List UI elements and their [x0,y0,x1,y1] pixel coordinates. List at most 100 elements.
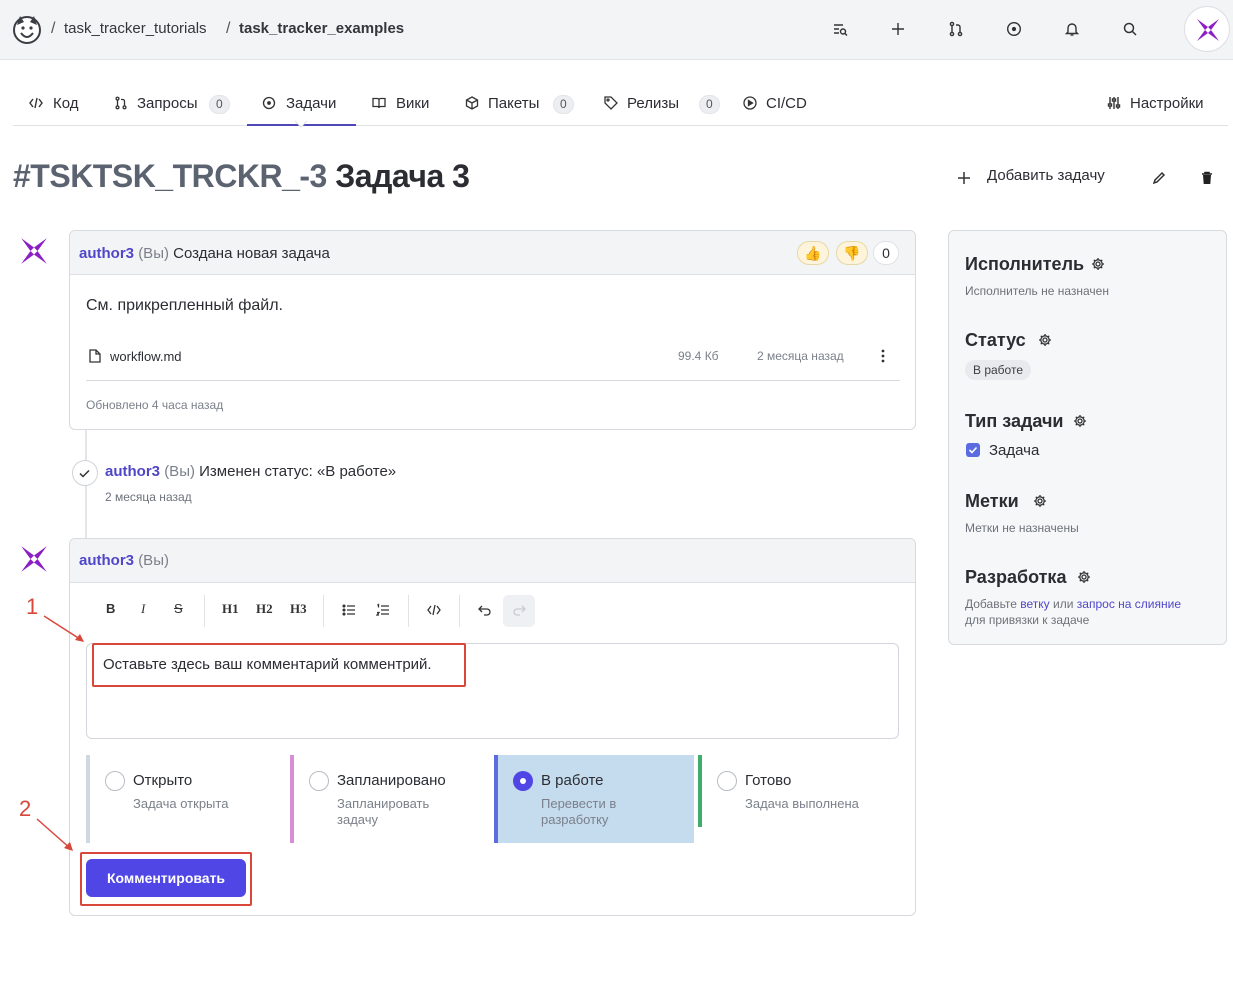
author-avatar[interactable] [20,545,48,573]
pull-request-icon[interactable] [948,21,964,37]
dev-text: или [1053,597,1074,611]
gear-icon[interactable] [1091,257,1105,271]
annotation-highlight-2 [80,852,252,906]
book-icon [372,96,386,110]
code-icon [29,96,43,110]
annotation-number-2: 2 [19,796,32,821]
status-label: Запланировано [337,772,446,789]
status-radio[interactable] [717,771,737,791]
user-avatar[interactable] [1184,6,1230,52]
top-bar: / task_tracker_tutorials / task_tracker_… [0,0,1233,60]
tab-label: Код [53,95,79,112]
italic-button[interactable]: I [141,601,145,617]
trash-icon[interactable] [1199,170,1215,186]
comment-card: author3 (Вы) Создана новая задача 👍 👎 0 … [69,230,916,430]
merge-request-link[interactable]: запрос на слияние [1077,597,1181,611]
repo-tabs: Код Запросы 0 Задачи Вики Пакеты 0 Релиз… [13,84,1228,126]
breadcrumb-separator: / [51,20,56,37]
check-icon [72,460,98,486]
status-radio[interactable] [105,771,125,791]
gear-icon[interactable] [1033,494,1047,508]
heading3-button[interactable]: H3 [290,601,307,617]
numbered-list-icon[interactable] [376,603,390,617]
more-options-icon[interactable] [880,348,886,364]
breadcrumb-org[interactable]: task_tracker_tutorials [64,20,207,37]
author-link[interactable]: author3 [79,552,134,569]
tab-label: Задачи [286,95,337,112]
status-option-done[interactable]: Готово Задача выполнена [698,755,898,843]
code-icon[interactable] [427,603,441,617]
search-list-icon[interactable] [832,21,848,37]
app-logo-icon[interactable] [11,13,43,45]
package-icon [465,96,479,110]
tab-label: Релизы [627,95,679,112]
status-option-planned[interactable]: Запланировано Запланировать задачу [290,755,490,843]
tab-settings[interactable]: Настройки [1107,92,1217,126]
gear-icon[interactable] [1073,414,1087,428]
tab-requests[interactable]: Запросы 0 [114,92,234,126]
status-radio[interactable] [309,771,329,791]
status-badge: В работе [965,360,1032,380]
play-icon [743,96,757,110]
active-tab-caret [295,120,307,128]
add-issue-button[interactable]: Добавить задачу [987,167,1105,184]
task-type-icon [966,443,980,457]
plus-icon[interactable] [890,21,906,37]
tab-wiki[interactable]: Вики [372,92,442,126]
heading2-button[interactable]: H2 [256,601,273,617]
you-label: (Вы) [138,552,169,569]
search-icon[interactable] [1122,21,1138,37]
status-option-in-progress[interactable]: В работе Перевести в разработку [494,755,694,843]
author-link[interactable]: author3 [105,463,160,480]
assignee-title: Исполнитель [965,254,1085,274]
status-radio-selected[interactable] [513,771,533,791]
status-color-bar [698,755,702,827]
breadcrumb-repo[interactable]: task_tracker_examples [239,20,404,37]
annotation-number-1: 1 [26,594,39,619]
issue-icon[interactable] [1006,21,1022,37]
labels-title: Метки [965,491,1019,511]
tab-cicd[interactable]: CI/CD [743,92,823,126]
tag-icon [604,96,618,110]
page-title: #TSKTSK_TRCKR_-3 Задача 3 [13,158,470,195]
issue-icon [262,96,276,110]
file-icon [89,349,101,363]
count-badge: 0 [209,95,230,114]
tab-label: CI/CD [766,95,807,112]
dev-title: Разработка [965,567,1067,587]
bullet-list-icon[interactable] [342,603,356,617]
author-link[interactable]: author3 [79,245,134,262]
strike-button[interactable]: S [174,601,183,616]
dev-text: Добавьте [965,597,1017,611]
dev-text: для привязки к задаче [965,613,1090,627]
attachment-name[interactable]: workflow.md [110,349,182,364]
branch-link[interactable]: ветку [1020,597,1049,611]
attachment-size: 99.4 Кб [678,349,719,363]
undo-icon[interactable] [478,603,492,617]
gear-icon[interactable] [1077,570,1091,584]
redo-icon[interactable] [503,595,535,627]
author-avatar[interactable] [20,237,48,265]
tab-releases[interactable]: Релизы 0 [604,92,720,126]
toolbar-divider [323,595,324,627]
breadcrumb-separator: / [226,20,231,37]
count-badge: 0 [699,95,720,114]
tab-code[interactable]: Код [29,92,99,126]
issue-title: Задача 3 [335,158,470,194]
comment-header: author3 (Вы) Создана новая задача 👍 👎 0 [70,231,915,275]
bold-button[interactable]: B [106,601,115,616]
gear-icon[interactable] [1038,333,1052,347]
thumbs-up-icon[interactable]: 👍 [797,241,829,265]
bell-icon[interactable] [1064,21,1080,37]
status-option-open[interactable]: Открыто Задача открыта [86,755,286,843]
thumbs-down-icon[interactable]: 👎 [836,241,868,265]
plus-icon[interactable] [956,170,972,186]
type-title: Тип задачи [965,411,1064,431]
tab-packages[interactable]: Пакеты 0 [465,92,575,126]
edit-icon[interactable] [1151,170,1167,186]
heading1-button[interactable]: H1 [222,601,239,617]
status-label: В работе [541,772,604,789]
status-title: Статус [965,330,1026,350]
updated-time: Обновлено 4 часа назад [86,398,224,412]
reaction-count: 0 [873,241,899,265]
